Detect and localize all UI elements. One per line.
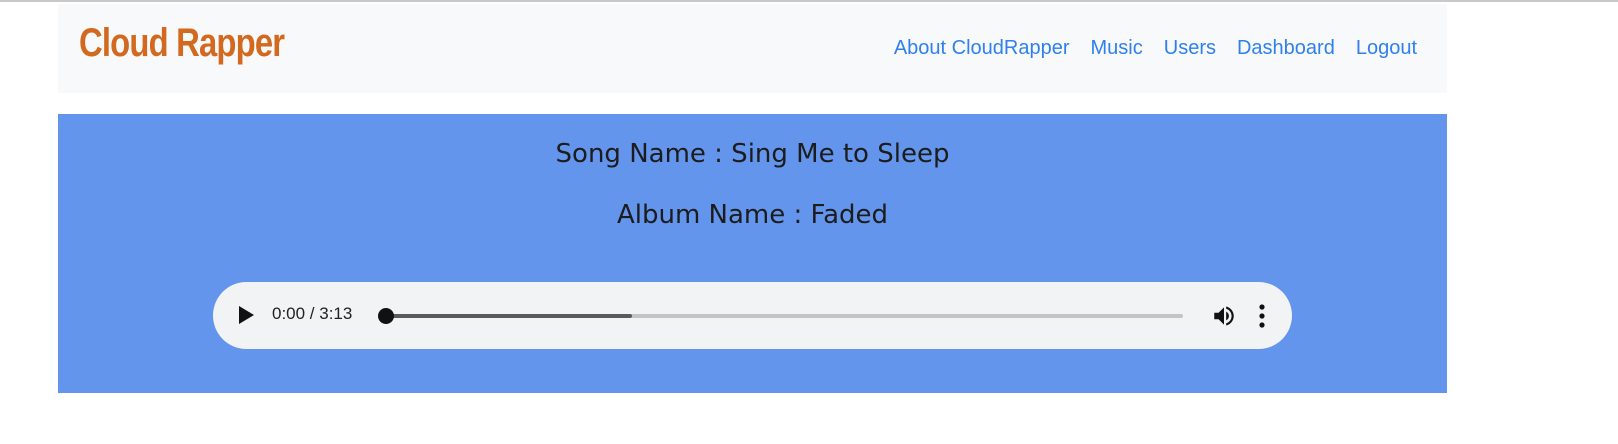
seek-thumb[interactable]	[378, 308, 394, 324]
nav-links: About CloudRapper Music Users Dashboard …	[894, 37, 1417, 60]
more-options-icon[interactable]	[1257, 303, 1267, 329]
nav-link-logout[interactable]: Logout	[1356, 37, 1417, 60]
time-display: 0:00 / 3:13	[272, 304, 353, 323]
nav-link-dashboard[interactable]: Dashboard	[1237, 37, 1335, 60]
seek-bar[interactable]	[378, 308, 1183, 324]
brand-logo[interactable]: Cloud Rapper	[79, 21, 285, 66]
audio-player: 0:00 / 3:13	[213, 282, 1292, 349]
navbar: Cloud Rapper About CloudRapper Music Use…	[58, 4, 1447, 93]
play-icon[interactable]	[239, 306, 254, 324]
nav-link-music[interactable]: Music	[1091, 37, 1143, 60]
top-rule	[0, 0, 1618, 2]
album-name: Album Name : Faded	[616, 200, 889, 230]
song-name: Song Name : Sing Me to Sleep	[555, 139, 950, 169]
nav-link-about[interactable]: About CloudRapper	[894, 37, 1070, 60]
volume-icon[interactable]	[1211, 303, 1237, 329]
nav-link-users[interactable]: Users	[1164, 37, 1216, 60]
buffered-progress	[384, 314, 632, 318]
song-panel: Song Name : Sing Me to Sleep Album Name …	[58, 114, 1447, 393]
